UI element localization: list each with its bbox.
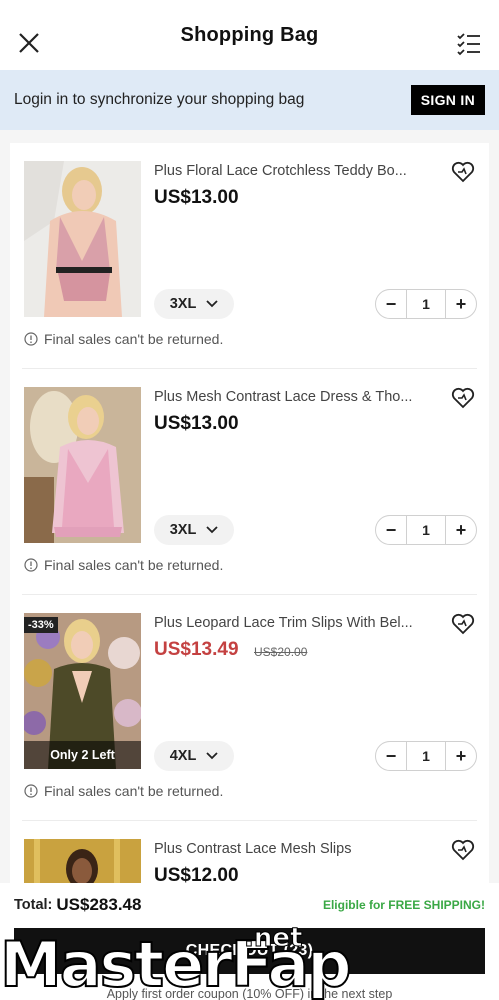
increase-quantity-button[interactable]: +	[446, 290, 476, 318]
checkout-button[interactable]: CHECKOUT (23)	[14, 928, 485, 974]
size-value: 3XL	[169, 522, 197, 538]
total-amount: US$283.48	[56, 895, 142, 914]
product-price: US$12.00	[154, 865, 239, 883]
product-price: US$13.00	[154, 187, 239, 208]
final-sale-text: Final sales can't be returned.	[44, 783, 224, 799]
product-image[interactable]	[24, 839, 141, 883]
size-selector[interactable]: 4XL	[154, 741, 234, 771]
final-sale-note: Final sales can't be returned.	[24, 331, 223, 347]
cart-list: Plus Floral Lace Crotchless Teddy Bo... …	[10, 143, 489, 883]
chevron-down-icon	[206, 752, 218, 760]
wishlist-heart-icon[interactable]	[451, 613, 475, 635]
cart-item: Plus Contrast Lace Mesh Slips US$12.00	[22, 821, 477, 883]
increase-quantity-button[interactable]: +	[446, 742, 476, 770]
product-image[interactable]	[24, 387, 141, 543]
page-title: Shopping Bag	[180, 23, 319, 46]
decrease-quantity-button[interactable]: −	[376, 516, 406, 544]
shopping-bag-page: Shopping Bag Login in to synchronize you…	[0, 0, 499, 1000]
info-icon	[24, 332, 38, 346]
total-label: Total:	[14, 897, 53, 913]
size-value: 3XL	[169, 296, 197, 312]
info-icon	[24, 558, 38, 572]
final-sale-note: Final sales can't be returned.	[24, 557, 223, 573]
wishlist-heart-icon[interactable]	[451, 839, 475, 861]
product-price: US$13.00	[154, 413, 239, 434]
quantity-value[interactable]: 1	[406, 290, 446, 318]
wishlist-heart-icon[interactable]	[451, 161, 475, 183]
quantity-stepper: − 1 +	[375, 741, 477, 771]
size-value: 4XL	[169, 748, 197, 764]
discount-badge: -33%	[24, 617, 58, 633]
free-shipping-text: Eligible for FREE SHIPPING!	[322, 898, 485, 912]
original-price: US$20.00	[254, 645, 308, 659]
quantity-stepper: − 1 +	[375, 289, 477, 319]
product-image[interactable]: -33% Only 2 Left	[24, 613, 141, 769]
header: Shopping Bag	[0, 0, 499, 70]
final-sale-text: Final sales can't be returned.	[44, 557, 224, 573]
product-name[interactable]: Plus Mesh Contrast Lace Dress & Tho...	[154, 389, 434, 405]
cart-item: Plus Floral Lace Crotchless Teddy Bo... …	[22, 143, 477, 369]
quantity-value[interactable]: 1	[406, 742, 446, 770]
info-icon	[24, 784, 38, 798]
product-name[interactable]: Plus Contrast Lace Mesh Slips	[154, 841, 434, 857]
checkout-footer: Total: US$283.48 Eligible for FREE SHIPP…	[0, 883, 499, 1000]
final-sale-note: Final sales can't be returned.	[24, 783, 223, 799]
login-banner: Login in to synchronize your shopping ba…	[0, 70, 499, 130]
decrease-quantity-button[interactable]: −	[376, 290, 406, 318]
coupon-hint: Apply first order coupon (10% OFF) in th…	[106, 987, 393, 1000]
increase-quantity-button[interactable]: +	[446, 516, 476, 544]
cart-item: Plus Mesh Contrast Lace Dress & Tho... U…	[22, 369, 477, 595]
quantity-stepper: − 1 +	[375, 515, 477, 545]
wishlist-heart-icon[interactable]	[451, 387, 475, 409]
sign-in-button[interactable]: SIGN IN	[410, 85, 485, 115]
sale-price: US$13.49	[154, 639, 239, 660]
cart-item: -33% Only 2 Left Plus Leopard Lace Trim …	[22, 595, 477, 821]
login-banner-message: Login in to synchronize your shopping ba…	[14, 91, 305, 108]
total-row: Total: US$283.48 Eligible for FREE SHIPP…	[14, 895, 485, 915]
checklist-icon[interactable]	[455, 30, 483, 58]
close-icon[interactable]	[16, 30, 42, 56]
stock-badge: Only 2 Left	[24, 741, 141, 769]
decrease-quantity-button[interactable]: −	[376, 742, 406, 770]
final-sale-text: Final sales can't be returned.	[44, 331, 224, 347]
chevron-down-icon	[206, 300, 218, 308]
product-image[interactable]	[24, 161, 141, 317]
size-selector[interactable]: 3XL	[154, 289, 234, 319]
chevron-down-icon	[206, 526, 218, 534]
product-name[interactable]: Plus Leopard Lace Trim Slips With Bel...	[154, 615, 434, 631]
size-selector[interactable]: 3XL	[154, 515, 234, 545]
quantity-value[interactable]: 1	[406, 516, 446, 544]
product-name[interactable]: Plus Floral Lace Crotchless Teddy Bo...	[154, 163, 434, 179]
